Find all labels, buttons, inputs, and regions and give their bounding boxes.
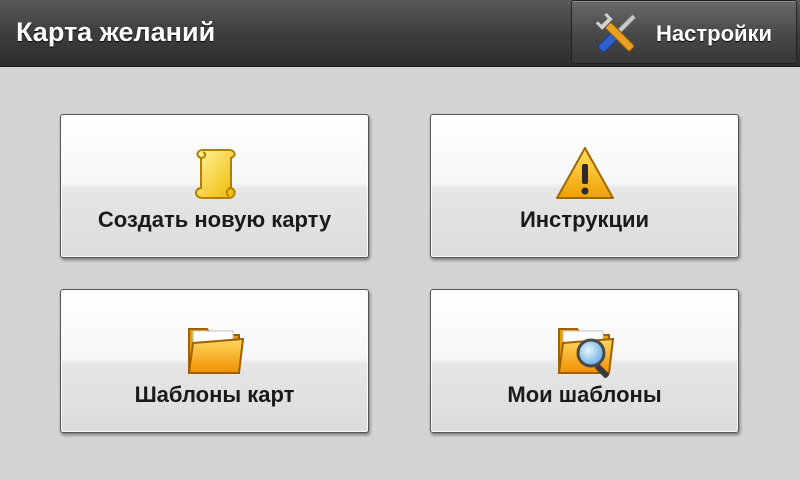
header-bar: Карта желаний Настройки: [0, 0, 800, 67]
my-templates-button[interactable]: Мои шаблоны: [430, 289, 739, 433]
create-new-map-button[interactable]: Создать новую карту: [60, 114, 369, 258]
instructions-button[interactable]: Инструкции: [430, 114, 739, 258]
map-templates-label: Шаблоны карт: [134, 382, 295, 407]
my-templates-label: Мои шаблоны: [507, 382, 662, 407]
settings-button[interactable]: Настройки: [571, 0, 797, 64]
map-templates-button[interactable]: Шаблоны карт: [60, 289, 369, 433]
warning-icon: [555, 147, 614, 199]
settings-label: Настройки: [656, 21, 773, 46]
tools-icon: [594, 11, 637, 53]
create-new-map-label: Создать новую карту: [97, 207, 332, 232]
instructions-label: Инструкции: [519, 207, 650, 232]
scroll-icon: [194, 149, 236, 199]
folder-icon: [187, 328, 244, 374]
folder-search-icon: [557, 328, 614, 378]
app-title: Карта желаний: [16, 17, 216, 47]
